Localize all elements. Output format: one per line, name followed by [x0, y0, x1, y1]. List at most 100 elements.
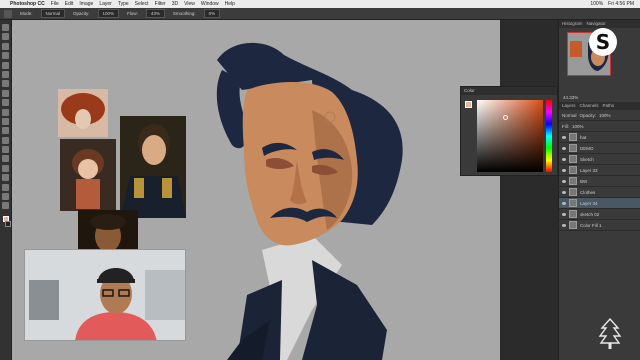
menu-help[interactable]: Help — [225, 1, 235, 7]
eraser-tool-icon[interactable] — [2, 117, 9, 125]
tab-channels[interactable]: Channels — [580, 102, 599, 110]
zoom-tool-icon[interactable] — [2, 202, 9, 210]
layer-thumbnail — [569, 210, 577, 218]
brush-tool-icon[interactable] — [2, 89, 9, 97]
layers-fill-row: Fill: 100% — [559, 121, 640, 132]
background-color-swatch[interactable] — [4, 221, 11, 228]
layer-thumbnail — [569, 199, 577, 207]
type-tool-icon[interactable] — [2, 164, 9, 172]
tab-layers[interactable]: Layers — [562, 102, 576, 110]
move-tool-icon[interactable] — [2, 24, 9, 31]
layer-row[interactable]: Layer 33 — [559, 165, 640, 176]
layer-row[interactable]: DEMO — [559, 143, 640, 154]
menu-filter[interactable]: Filter — [155, 1, 166, 7]
tab-histogram[interactable]: Histogram — [562, 20, 583, 28]
reference-photo-animated-character[interactable] — [60, 139, 116, 211]
quick-select-tool-icon[interactable] — [2, 52, 9, 60]
layer-row-selected[interactable]: Layer 34 — [559, 198, 640, 209]
tab-navigator[interactable]: Navigator — [587, 20, 606, 28]
webcam-presenter-image — [25, 250, 185, 340]
hue-slider[interactable] — [546, 100, 552, 172]
pen-tool-icon[interactable] — [2, 155, 9, 163]
smoothing-field[interactable]: 0% — [203, 9, 221, 18]
color-picker-cursor[interactable] — [503, 115, 508, 120]
layer-thumbnail — [569, 155, 577, 163]
menu-view[interactable]: View — [184, 1, 195, 7]
eyedropper-tool-icon[interactable] — [2, 70, 9, 78]
battery-status: 100% — [590, 1, 604, 7]
flow-label: Flow: — [127, 11, 138, 16]
layer-name: hat — [580, 134, 587, 140]
healing-tool-icon[interactable] — [2, 80, 9, 88]
right-panel: Histogram Navigator 44.33% Layers Channe… — [558, 20, 640, 360]
marquee-tool-icon[interactable] — [2, 33, 9, 41]
layer-opacity-field[interactable]: 100% — [599, 113, 611, 118]
layer-name: DEMO — [580, 145, 594, 151]
layer-fill-field[interactable]: 100% — [572, 124, 584, 129]
visibility-eye-icon[interactable] — [562, 223, 566, 227]
layer-name: BW — [580, 178, 588, 184]
menu-edit[interactable]: Edit — [65, 1, 74, 7]
visibility-eye-icon[interactable] — [562, 146, 566, 150]
mode-label: Mode: — [20, 11, 33, 16]
layer-name: Layer 34 — [580, 200, 598, 206]
history-brush-tool-icon[interactable] — [2, 108, 9, 116]
layer-thumbnail — [569, 177, 577, 185]
navigator-zoom-value[interactable]: 44.33% — [563, 95, 578, 100]
menu-3d[interactable]: 3D — [172, 1, 178, 7]
flow-field[interactable]: 43% — [145, 9, 165, 18]
lasso-tool-icon[interactable] — [2, 42, 9, 50]
app-name-menu[interactable]: Photoshop CC — [10, 1, 45, 7]
menu-type[interactable]: Type — [118, 1, 129, 7]
visibility-eye-icon[interactable] — [562, 135, 566, 139]
layer-name: Layer 33 — [580, 167, 598, 173]
layer-row[interactable]: Sketch — [559, 154, 640, 165]
blur-tool-icon[interactable] — [2, 136, 9, 144]
tab-paths[interactable]: Paths — [603, 102, 615, 110]
hand-tool-icon[interactable] — [2, 193, 9, 201]
layers-panel: Layers Channels Paths Normal Opacity: 10… — [559, 102, 640, 231]
layer-name: Color Fill 1 — [580, 222, 602, 228]
brush-preset-icon[interactable] — [4, 9, 12, 18]
layer-fill-label: Fill: — [562, 123, 569, 129]
menu-window[interactable]: Window — [201, 1, 219, 7]
layer-thumbnail — [569, 188, 577, 196]
dodge-tool-icon[interactable] — [2, 146, 9, 154]
shape-tool-icon[interactable] — [2, 183, 9, 191]
layer-row[interactable]: Color Fill 1 — [559, 220, 640, 231]
blend-mode-select[interactable]: Normal — [562, 113, 577, 118]
menu-file[interactable]: File — [51, 1, 59, 7]
crop-tool-icon[interactable] — [2, 61, 9, 69]
layer-row[interactable]: sketch 02 — [559, 209, 640, 220]
menu-select[interactable]: Select — [135, 1, 149, 7]
opacity-field[interactable]: 100% — [97, 9, 120, 18]
tree-watermark-icon — [598, 318, 622, 349]
layer-row[interactable]: hat — [559, 132, 640, 143]
gradient-tool-icon[interactable] — [2, 127, 9, 135]
menu-image[interactable]: Image — [79, 1, 93, 7]
layer-name: Sketch — [580, 156, 594, 162]
menu-layer[interactable]: Layer — [99, 1, 112, 7]
layer-thumbnail — [569, 221, 577, 229]
navigator-tabs: Histogram Navigator — [559, 20, 640, 28]
layer-opacity-label: Opacity: — [579, 112, 597, 118]
visibility-eye-icon[interactable] — [562, 157, 566, 161]
visibility-eye-icon[interactable] — [562, 179, 566, 183]
reference-photo-caricature[interactable] — [58, 89, 108, 137]
visibility-eye-icon[interactable] — [562, 201, 566, 205]
webcam-overlay — [24, 249, 186, 341]
path-select-tool-icon[interactable] — [2, 174, 9, 182]
color-saturation-field[interactable] — [477, 100, 543, 172]
reference-photo-soldier-portrait[interactable] — [120, 116, 186, 218]
visibility-eye-icon[interactable] — [562, 168, 566, 172]
visibility-eye-icon[interactable] — [562, 212, 566, 216]
layer-name: sketch 02 — [580, 211, 600, 217]
caricature-reference-image — [61, 93, 105, 129]
clone-stamp-tool-icon[interactable] — [2, 99, 9, 107]
visibility-eye-icon[interactable] — [562, 190, 566, 194]
smoothing-label: Smoothing: — [172, 11, 196, 16]
color-panel-foreground-swatch[interactable] — [465, 101, 472, 108]
layer-row[interactable]: BW — [559, 176, 640, 187]
mode-select[interactable]: Normal — [40, 9, 66, 18]
layer-row[interactable]: Clothes — [559, 187, 640, 198]
